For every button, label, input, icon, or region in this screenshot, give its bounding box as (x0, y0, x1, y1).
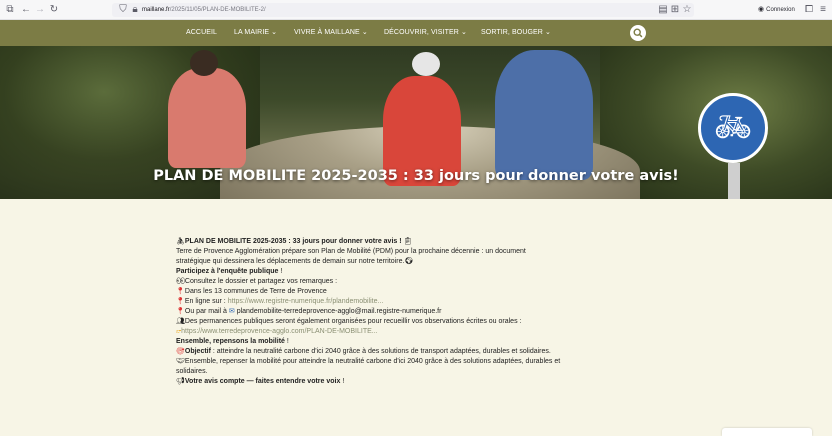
forward-icon[interactable]: → (35, 3, 45, 17)
browser-toolbar: ⧉ ← → ↻ ⛉ 🔒︎ maillane.fr/2025/11/05/PLAN… (0, 0, 832, 20)
agglo-link[interactable]: https://www.terredeprovence-agglo.com/PL… (181, 328, 377, 335)
ensemble-line2: solidaires. (176, 368, 208, 375)
translate-icon[interactable]: ⊞ (670, 3, 680, 17)
connexion-button[interactable]: ◉ Connexion (758, 3, 800, 17)
url-text[interactable]: maillane.fr/2025/11/05/PLAN-DE-MOBILITE-… (142, 3, 266, 17)
extensions-icon[interactable]: ⧠ (804, 3, 814, 17)
cyclist-center-helmet (412, 52, 440, 76)
firefox-view-icon[interactable]: ⧉ (5, 3, 15, 17)
communes-line: 📍︎Dans les 13 communes de Terre de Prove… (176, 288, 327, 295)
shield-icon[interactable]: ⛉ (118, 3, 128, 17)
ensemble-line1: 🤝︎Ensemble, repenser la mobilité pour at… (176, 358, 561, 365)
mail-line: 📍︎Ou par mail à ✉︎ plandemobilite-terred… (176, 308, 442, 315)
nav-item-sortir-bouger[interactable]: SORTIR, BOUGER ⌄ (481, 20, 551, 46)
email-emoji-icon: ✉︎ (228, 308, 235, 315)
target-emoji-icon: 🎯︎ (176, 348, 185, 355)
cyclist-left-head (190, 50, 218, 76)
search-button[interactable] (630, 25, 646, 41)
eyes-emoji-icon: 👀︎ (176, 278, 185, 285)
account-icon: ◉ (758, 6, 765, 13)
reload-icon[interactable]: ↻ (49, 3, 59, 17)
participate-line: Participez à l'enquête publique ! (176, 268, 283, 275)
handshake-emoji-icon: 🤝︎ (176, 358, 185, 365)
nav-item-decouvrir-visiter[interactable]: DÉCOUVRIR, VISITER ⌄ (384, 20, 467, 46)
pin-emoji-icon: 📍︎ (176, 298, 185, 305)
agglo-link-line: 👉︎https://www.terredeprovence-agglo.com/… (176, 327, 378, 337)
article-intro-line1: Terre de Provence Agglomération prépare … (176, 248, 526, 255)
reader-view-icon[interactable]: ▤ (658, 3, 668, 17)
back-icon[interactable]: ← (21, 3, 31, 17)
article-content: 🚴︎PLAN DE MOBILITE 2025-2035 : 33 jours … (0, 199, 832, 436)
menu-icon[interactable]: ≡ (818, 3, 828, 17)
article-heading: 🚴︎PLAN DE MOBILITE 2025-2035 : 33 jours … (176, 238, 413, 245)
nav-item-accueil[interactable]: ACCUEIL (186, 20, 217, 46)
bookmark-star-icon[interactable]: ☆ (682, 3, 692, 17)
bicycle-sign-icon: 🚲︎ (698, 93, 768, 163)
permanences-line: 👥︎Des permanences publiques seront égale… (176, 318, 522, 325)
pin-emoji-icon: 📍︎ (176, 308, 185, 315)
registre-link[interactable]: https://www.registre-numerique.fr/plande… (228, 298, 384, 305)
cyclist-emoji-icon: 🚴︎ (176, 238, 185, 245)
page-title: PLAN DE MOBILITE 2025-2035 : 33 jours po… (153, 168, 679, 184)
people-emoji-icon: 👥︎ (176, 318, 185, 325)
search-icon (633, 28, 643, 38)
nav-item-la-mairie[interactable]: LA MAIRIE ⌄ (234, 20, 277, 46)
megaphone-emoji-icon: 📢︎ (176, 378, 185, 385)
nav-item-vivre-a-maillane[interactable]: VIVRE À MAILLANE ⌄ (294, 20, 368, 46)
globe-emoji-icon: 🌍︎ (404, 258, 414, 265)
mail-address[interactable]: plandemobilite-terredeprovence-agglo@mai… (237, 308, 442, 315)
pin-emoji-icon: 📍︎ (176, 288, 185, 295)
online-line: 📍︎En ligne sur : https://www.registre-nu… (176, 298, 384, 305)
cyclist-left (168, 68, 246, 168)
floating-widget[interactable] (722, 428, 812, 436)
objective-line: 🎯︎Objectif : atteindre la neutralité car… (176, 348, 551, 355)
article-intro-line2: stratégique qui dessinera les déplacemen… (176, 258, 414, 265)
hero-banner: 🚲︎ PLAN DE MOBILITE 2025-2035 : 33 jours… (0, 46, 832, 199)
together-line: Ensemble, repensons la mobilité ! (176, 338, 289, 345)
memo-emoji-icon: 📋︎ (403, 238, 413, 245)
lock-icon[interactable]: 🔒︎ (130, 3, 140, 17)
voice-line: 📢︎Votre avis compte — faites entendre vo… (176, 378, 345, 385)
cyclist-right (495, 50, 593, 180)
site-navigation: ACCUEIL LA MAIRIE ⌄ VIVRE À MAILLANE ⌄ D… (0, 20, 832, 46)
consult-line: 👀︎Consultez le dossier et partagez vos r… (176, 278, 338, 285)
